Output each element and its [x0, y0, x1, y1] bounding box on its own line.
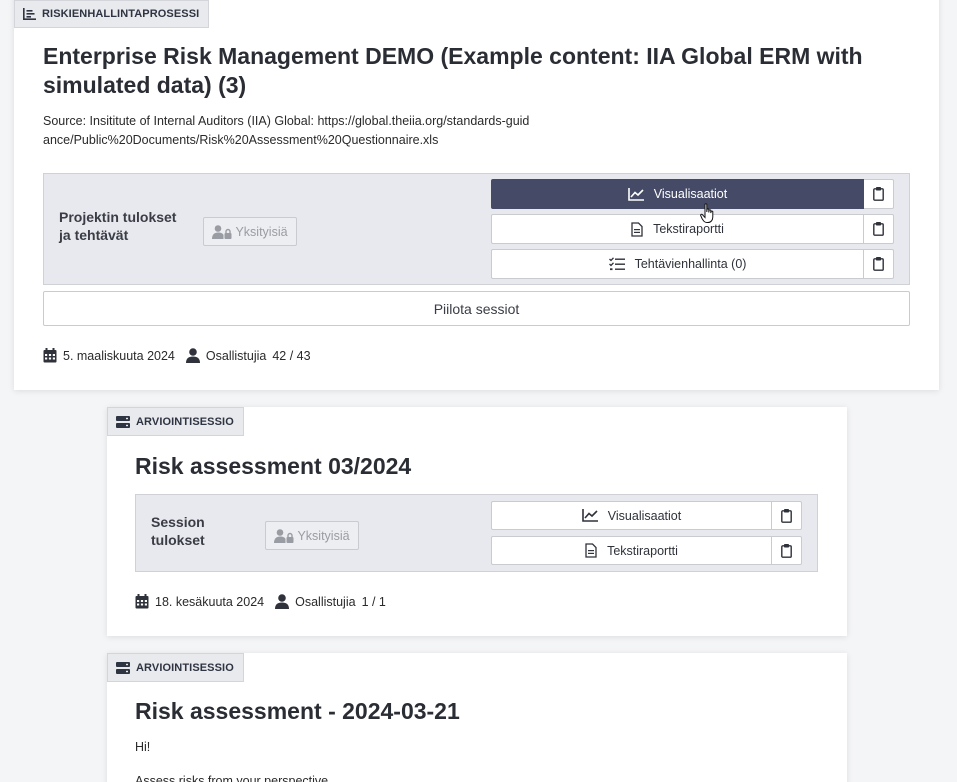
- clipboard-icon: [873, 222, 884, 236]
- task-management-button[interactable]: Tehtävienhallinta (0): [491, 249, 864, 279]
- document-icon: [631, 221, 643, 237]
- clipboard-icon: [781, 508, 792, 523]
- session-copy-text-report-button[interactable]: [772, 536, 802, 565]
- list-icon: [23, 8, 36, 20]
- hide-sessions-button[interactable]: Piilota sessiot: [43, 291, 910, 326]
- copy-visualizations-button[interactable]: [864, 179, 894, 209]
- line-chart-icon: [581, 509, 598, 522]
- process-results-panel: Projektin tulokset ja tehtävät Yksityisi…: [43, 173, 910, 285]
- session-greeting: Hi!: [135, 740, 151, 754]
- session-card: ARVIOINTISESSIO Risk assessment 03/2024 …: [107, 407, 847, 636]
- server-icon: [116, 415, 130, 428]
- text-report-label: Tekstiraportti: [653, 222, 724, 236]
- session-title: Risk assessment 03/2024: [135, 453, 412, 479]
- checklist-icon: [608, 257, 625, 271]
- user-lock-icon: [274, 528, 294, 543]
- session-tag-label: ARVIOINTISESSIO: [136, 415, 234, 428]
- session-title: Risk assessment - 2024-03-21: [135, 698, 460, 724]
- process-panel-label: Projektin tulokset ja tehtävät: [59, 209, 177, 243]
- hide-sessions-label: Piilota sessiot: [433, 300, 520, 317]
- session-results-panel: Session tulokset Yksityisiä Visualisaati…: [135, 494, 818, 572]
- copy-task-management-button[interactable]: [864, 249, 894, 279]
- process-source: Source: Insititute of Internal Auditors …: [43, 114, 530, 147]
- session-date: 18. kesäkuuta 2024: [155, 594, 265, 609]
- session-visualizations-button[interactable]: Visualisaatiot: [491, 501, 772, 530]
- session-participants-label: Osallistujia: [295, 594, 356, 609]
- user-lock-icon: [212, 224, 232, 239]
- process-meta: 5. maaliskuuta 2024 Osallistujia 42 / 43: [43, 348, 311, 363]
- session-visualizations-label: Visualisaatiot: [607, 508, 682, 523]
- clipboard-icon: [873, 187, 884, 201]
- process-card: RISKIENHALLINTAPROSESSI Enterprise Risk …: [14, 0, 939, 390]
- session-tag-label: ARVIOINTISESSIO: [136, 661, 234, 674]
- process-title: Enterprise Risk Management DEMO (Example…: [43, 43, 863, 98]
- process-tag-label: RISKIENHALLINTAPROSESSI: [42, 8, 200, 20]
- session-card: ARVIOINTISESSIO Risk assessment - 2024-0…: [107, 653, 847, 782]
- document-icon: [585, 543, 597, 558]
- private-label: Yksityisiä: [235, 224, 288, 239]
- session-text-report-button[interactable]: Tekstiraportti: [491, 536, 772, 565]
- session-visualizations-row: Visualisaatiot: [491, 501, 802, 530]
- session-tag: ARVIOINTISESSIO: [107, 653, 244, 682]
- participants-count: 42 / 43: [272, 348, 311, 363]
- text-report-button[interactable]: Tekstiraportti: [491, 214, 864, 244]
- session-description: Assess risks from your perspective: [135, 774, 329, 782]
- user-icon: [185, 348, 200, 363]
- session-tag: ARVIOINTISESSIO: [107, 407, 244, 436]
- session-text-report-label: Tekstiraportti: [607, 543, 678, 558]
- session-private-button[interactable]: Yksityisiä: [265, 521, 359, 550]
- task-management-row: Tehtävienhallinta (0): [491, 249, 894, 279]
- clipboard-icon: [873, 257, 884, 271]
- session-text-report-row: Tekstiraportti: [491, 536, 802, 565]
- participants-label: Osallistujia: [205, 348, 267, 363]
- visualizations-button[interactable]: Visualisaatiot: [491, 179, 864, 209]
- line-chart-icon: [627, 187, 644, 201]
- visualizations-label: Visualisaatiot: [653, 187, 728, 201]
- clipboard-icon: [781, 543, 792, 558]
- session-panel-label: Session tulokset: [151, 514, 205, 548]
- task-management-label: Tehtävienhallinta (0): [634, 257, 747, 271]
- visualizations-row: Visualisaatiot: [491, 179, 894, 209]
- text-report-row: Tekstiraportti: [491, 214, 894, 244]
- session-meta: 18. kesäkuuta 2024 Osallistujia 1 / 1: [135, 594, 386, 609]
- calendar-icon: [43, 348, 57, 363]
- private-button[interactable]: Yksityisiä: [203, 217, 297, 246]
- session-participants-count: 1 / 1: [361, 594, 386, 609]
- session-copy-visualizations-button[interactable]: [772, 501, 802, 530]
- process-tag: RISKIENHALLINTAPROSESSI: [14, 0, 210, 28]
- calendar-icon: [135, 594, 149, 609]
- copy-text-report-button[interactable]: [864, 214, 894, 244]
- process-date: 5. maaliskuuta 2024: [63, 348, 175, 363]
- session-private-label: Yksityisiä: [297, 528, 350, 543]
- server-icon: [116, 661, 130, 674]
- user-icon: [275, 594, 290, 609]
